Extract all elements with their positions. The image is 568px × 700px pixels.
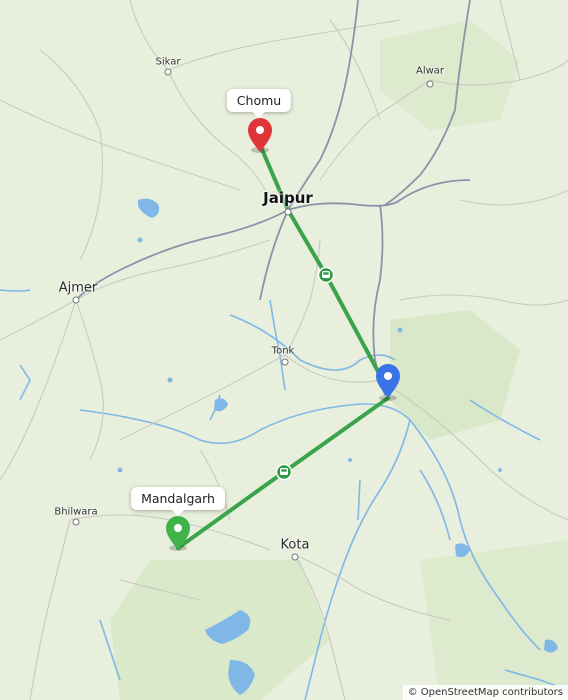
- marker-label-chomu: Chomu: [226, 89, 292, 118]
- map-pin-icon[interactable]: [166, 516, 190, 551]
- city-label-jaipur: Jaipur: [263, 189, 313, 207]
- bus-icon: [317, 266, 335, 284]
- map-pin-icon[interactable]: [248, 118, 272, 153]
- city-label-sikar: Sikar: [155, 56, 181, 68]
- bus-icon: [275, 463, 293, 481]
- city-label-bhilwara: Bhilwara: [54, 506, 98, 518]
- city-label-kota: Kota: [280, 537, 310, 553]
- city-label-tonk: Tonk: [271, 345, 295, 357]
- map-attribution[interactable]: © OpenStreetMap contributors: [402, 685, 568, 700]
- forest-area: [380, 20, 520, 130]
- marker-label-mandalgarh: Mandalgarh: [131, 487, 225, 516]
- forest-area: [420, 540, 568, 700]
- city-label-ajmer: Ajmer: [58, 280, 98, 296]
- city-label-alwar: Alwar: [415, 65, 445, 77]
- map-canvas[interactable]: Sikar Alwar Jaipur Ajmer Tonk Bhilwara K…: [0, 0, 568, 700]
